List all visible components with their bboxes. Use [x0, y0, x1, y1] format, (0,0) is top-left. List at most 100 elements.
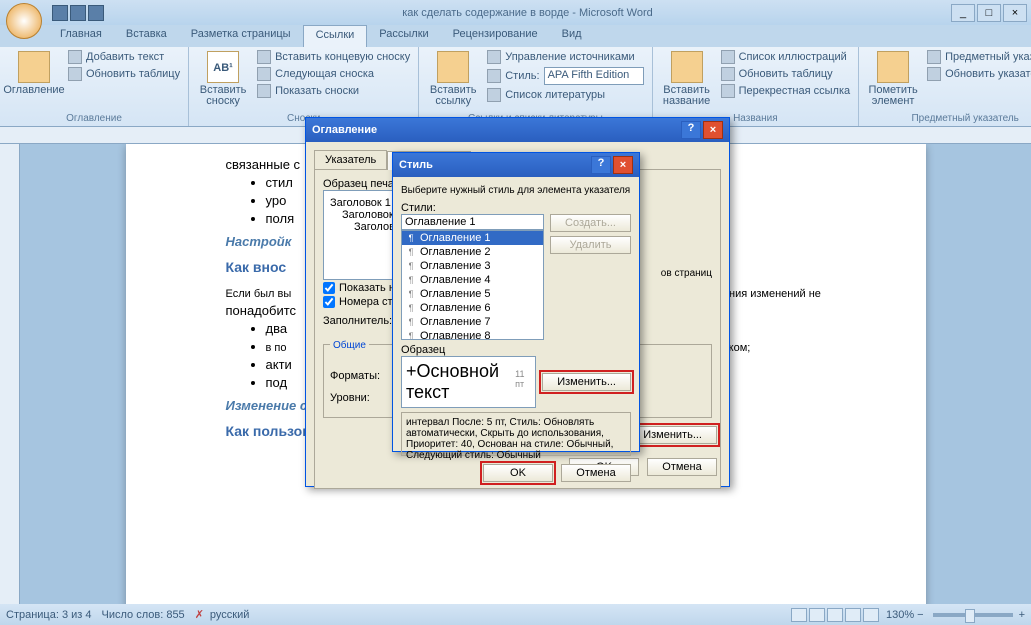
minimize-button[interactable]: _ — [951, 4, 975, 22]
add-text-icon — [68, 50, 82, 64]
sample-label: Образец — [401, 344, 631, 356]
style-item: ¶Оглавление 8 — [402, 329, 543, 340]
delete-style-button: Удалить — [550, 236, 631, 254]
style-cancel-button[interactable]: Отмена — [561, 464, 631, 482]
toc-icon — [18, 51, 50, 83]
insert-footnote-button[interactable]: AB¹Вставить сноску — [195, 49, 251, 109]
help-button[interactable]: ? — [681, 121, 701, 139]
tab-references[interactable]: Ссылки — [303, 25, 368, 47]
insert-index-icon — [927, 50, 941, 64]
styles-label: Стили: — [401, 202, 631, 214]
zoom-out-button[interactable]: − — [917, 609, 923, 621]
tab-mailings[interactable]: Рассылки — [367, 25, 440, 47]
mark-entry-button[interactable]: Пометить элемент — [865, 49, 921, 109]
web-layout-view-icon[interactable] — [827, 608, 843, 622]
vertical-ruler[interactable] — [0, 144, 20, 604]
close-icon[interactable]: × — [703, 121, 723, 139]
ribbon-tabs: Главная Вставка Разметка страницы Ссылки… — [0, 25, 1031, 47]
update-index-icon — [927, 67, 941, 81]
style-instruction: Выберите нужный стиль для элемента указа… — [401, 185, 631, 196]
maximize-button[interactable]: □ — [977, 4, 1001, 22]
style-item: ¶Оглавление 2 — [402, 245, 543, 259]
close-icon[interactable]: × — [613, 156, 633, 174]
ribbon: Оглавление Добавить текст Обновить табли… — [0, 47, 1031, 127]
draft-view-icon[interactable] — [863, 608, 879, 622]
footnote-icon: AB¹ — [207, 51, 239, 83]
update-table-button[interactable]: Обновить таблицу — [66, 66, 182, 82]
create-style-button: Создать... — [550, 214, 631, 232]
style-ok-button[interactable]: OK — [483, 464, 553, 482]
style-item: ¶Оглавление 5 — [402, 287, 543, 301]
style-item: ¶Оглавление 6 — [402, 301, 543, 315]
zoom-in-button[interactable]: + — [1019, 609, 1025, 621]
office-button[interactable] — [6, 3, 42, 39]
modify-button[interactable]: Изменить... — [628, 426, 717, 444]
zoom-level[interactable]: 130% — [886, 609, 914, 621]
group-toc-label: Оглавление — [6, 111, 182, 126]
figures-icon — [721, 50, 735, 64]
outline-view-icon[interactable] — [845, 608, 861, 622]
proofing-icon[interactable]: ✗ — [195, 608, 204, 621]
insert-endnote-button[interactable]: Вставить концевую сноску — [255, 49, 412, 65]
tab-view[interactable]: Вид — [550, 25, 594, 47]
bibliography-button[interactable]: Список литературы — [485, 87, 645, 103]
refresh-icon — [68, 67, 82, 81]
insert-caption-button[interactable]: Вставить название — [659, 49, 715, 109]
update-table2-button[interactable]: Обновить таблицу — [719, 66, 853, 82]
tab-insert[interactable]: Вставка — [114, 25, 179, 47]
next-footnote-button[interactable]: Следующая сноска — [255, 66, 412, 82]
style-item: ¶Оглавление 4 — [402, 273, 543, 287]
tab-leader-label: Заполнитель: — [323, 315, 398, 327]
tab-layout[interactable]: Разметка страницы — [179, 25, 303, 47]
endnote-icon — [257, 50, 271, 64]
style-list[interactable]: ¶Оглавление 1 ¶Оглавление 2 ¶Оглавление … — [401, 230, 544, 340]
cross-reference-button[interactable]: Перекрестная ссылка — [719, 83, 853, 99]
citation-icon — [437, 51, 469, 83]
tab-home[interactable]: Главная — [48, 25, 114, 47]
style-item: ¶Оглавление 1 — [402, 231, 543, 245]
citation-style-combo[interactable]: Стиль: APA Fifth Edition — [485, 66, 645, 86]
show-icon — [257, 84, 271, 98]
cancel-button[interactable]: Отмена — [647, 458, 717, 476]
title-bar: как сделать содержание в ворде - Microso… — [0, 0, 1031, 25]
language-status[interactable]: русский — [210, 609, 249, 621]
add-text-button[interactable]: Добавить текст — [66, 49, 182, 65]
tab-review[interactable]: Рецензирование — [441, 25, 550, 47]
status-bar: Страница: 3 из 4 Число слов: 855 ✗ русск… — [0, 604, 1031, 625]
table-figures-button[interactable]: Список иллюстраций — [719, 49, 853, 65]
save-icon[interactable] — [52, 5, 68, 21]
style-name-input[interactable]: Оглавление 1 — [401, 214, 544, 230]
style-icon — [487, 69, 501, 83]
print-layout-view-icon[interactable] — [791, 608, 807, 622]
style-description: интервал После: 5 пт, Стиль: Обновлять а… — [401, 412, 631, 456]
sources-icon — [487, 50, 501, 64]
toc-button[interactable]: Оглавление — [6, 49, 62, 98]
group-index-label: Предметный указатель — [865, 111, 1031, 126]
word-count[interactable]: Число слов: 855 — [102, 609, 185, 621]
style-dialog-title: Стиль — [399, 159, 591, 171]
insert-citation-button[interactable]: Вставить ссылку — [425, 49, 481, 109]
caption-icon — [671, 51, 703, 83]
full-screen-view-icon[interactable] — [809, 608, 825, 622]
modify-style-button[interactable]: Изменить... — [542, 373, 631, 391]
manage-sources-button[interactable]: Управление источниками — [485, 49, 645, 65]
zoom-slider[interactable] — [933, 613, 1013, 617]
crossref-icon — [721, 84, 735, 98]
insert-index-button[interactable]: Предметный указатель — [925, 49, 1031, 65]
page-status[interactable]: Страница: 3 из 4 — [6, 609, 92, 621]
window-title: как сделать содержание в ворде - Microso… — [104, 7, 951, 19]
sample-preview: +Основной текст 11 пт — [401, 356, 536, 408]
undo-icon[interactable] — [70, 5, 86, 21]
tab-index[interactable]: Указатель — [314, 150, 387, 169]
index-icon — [877, 51, 909, 83]
style-dialog: Стиль?× Выберите нужный стиль для элемен… — [392, 152, 640, 452]
style-item: ¶Оглавление 3 — [402, 259, 543, 273]
quick-access-toolbar — [52, 5, 104, 21]
close-button[interactable]: × — [1003, 4, 1027, 22]
show-footnotes-button[interactable]: Показать сноски — [255, 83, 412, 99]
help-button[interactable]: ? — [591, 156, 611, 174]
general-group-label: Общие — [330, 340, 369, 351]
redo-icon[interactable] — [88, 5, 104, 21]
toc-dialog-title: Оглавление — [312, 124, 681, 136]
update-index-button[interactable]: Обновить указатель — [925, 66, 1031, 82]
